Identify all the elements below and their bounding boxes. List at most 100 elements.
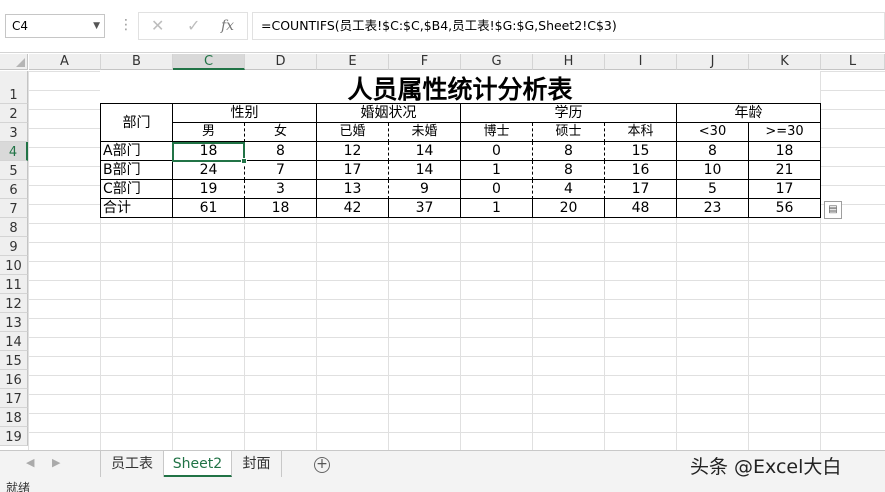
column-header-l[interactable]: L <box>821 54 885 70</box>
row-header-17[interactable]: 17 <box>0 389 28 408</box>
data-cell[interactable]: 5 <box>677 180 749 199</box>
tab-employee[interactable]: 员工表 <box>100 451 164 477</box>
row-header-11[interactable]: 11 <box>0 275 28 294</box>
data-cell[interactable]: 10 <box>677 161 749 180</box>
data-cell[interactable]: 18 <box>749 142 821 161</box>
row-header-3[interactable]: 3 <box>0 123 28 142</box>
total-cell[interactable]: 1 <box>461 199 533 218</box>
chevron-left-icon[interactable]: ◀ <box>26 456 34 469</box>
subheader-bachelor[interactable]: 本科 <box>605 123 677 142</box>
row-header-18[interactable]: 18 <box>0 408 28 427</box>
data-cell[interactable]: 9 <box>389 180 461 199</box>
dept-row-label[interactable]: A部门 <box>101 142 173 161</box>
column-header-i[interactable]: I <box>605 54 677 70</box>
group-header-gender[interactable]: 性别 <box>173 104 317 123</box>
row-header-15[interactable]: 15 <box>0 351 28 370</box>
subheader-unmarried[interactable]: 未婚 <box>389 123 461 142</box>
subheader-male[interactable]: 男 <box>173 123 245 142</box>
total-cell[interactable]: 23 <box>677 199 749 218</box>
data-cell[interactable]: 21 <box>749 161 821 180</box>
row-header-8[interactable]: 8 <box>0 218 28 237</box>
chevron-right-icon[interactable]: ▶ <box>52 456 60 469</box>
select-all-button[interactable] <box>0 54 28 70</box>
data-cell[interactable]: 8 <box>533 142 605 161</box>
column-header-e[interactable]: E <box>317 54 389 70</box>
total-cell[interactable]: 56 <box>749 199 821 218</box>
enter-icon[interactable]: ✓ <box>187 16 200 35</box>
subheader-female[interactable]: 女 <box>245 123 317 142</box>
row-header-19[interactable]: 19 <box>0 427 28 446</box>
subheader-over30[interactable]: >=30 <box>749 123 821 142</box>
data-cell[interactable]: 18 <box>173 142 245 161</box>
row-header-1[interactable]: 1 <box>0 71 28 104</box>
insert-function-icon[interactable]: fx <box>221 18 234 34</box>
subheader-married[interactable]: 已婚 <box>317 123 389 142</box>
row-header-4[interactable]: 4 <box>0 142 28 161</box>
data-cell[interactable]: 17 <box>317 161 389 180</box>
dept-row-label[interactable]: C部门 <box>101 180 173 199</box>
dept-header[interactable]: 部门 <box>101 104 173 142</box>
data-cell[interactable]: 12 <box>317 142 389 161</box>
column-header-k[interactable]: K <box>749 54 821 70</box>
data-cell[interactable]: 7 <box>245 161 317 180</box>
cancel-icon[interactable]: ✕ <box>151 16 164 35</box>
row-header-7[interactable]: 7 <box>0 199 28 218</box>
data-cell[interactable]: 8 <box>677 142 749 161</box>
data-cell[interactable]: 0 <box>461 142 533 161</box>
data-cell[interactable]: 16 <box>605 161 677 180</box>
total-cell[interactable]: 37 <box>389 199 461 218</box>
row-header-9[interactable]: 9 <box>0 237 28 256</box>
row-header-10[interactable]: 10 <box>0 256 28 275</box>
formula-input[interactable]: =COUNTIFS(员工表!$C:$C,$B4,员工表!$G:$G,Sheet2… <box>252 12 885 40</box>
total-cell[interactable]: 48 <box>605 199 677 218</box>
column-header-d[interactable]: D <box>245 54 317 70</box>
data-cell[interactable]: 3 <box>245 180 317 199</box>
add-sheet-icon[interactable]: + <box>314 457 330 473</box>
row-header-16[interactable]: 16 <box>0 370 28 389</box>
row-header-2[interactable]: 2 <box>0 104 28 123</box>
dept-row-label[interactable]: B部门 <box>101 161 173 180</box>
data-cell[interactable]: 4 <box>533 180 605 199</box>
column-header-g[interactable]: G <box>461 54 533 70</box>
row-header-13[interactable]: 13 <box>0 313 28 332</box>
row-header-6[interactable]: 6 <box>0 180 28 199</box>
subheader-phd[interactable]: 博士 <box>461 123 533 142</box>
total-cell[interactable]: 61 <box>173 199 245 218</box>
tab-cover[interactable]: 封面 <box>232 451 282 477</box>
data-cell[interactable]: 8 <box>533 161 605 180</box>
data-cell[interactable]: 17 <box>749 180 821 199</box>
data-cell[interactable]: 15 <box>605 142 677 161</box>
chevron-down-icon[interactable]: ▼ <box>93 15 100 37</box>
data-cell[interactable]: 17 <box>605 180 677 199</box>
row-header-5[interactable]: 5 <box>0 161 28 180</box>
total-cell[interactable]: 20 <box>533 199 605 218</box>
total-row-label[interactable]: 合计 <box>101 199 173 218</box>
group-header-age[interactable]: 年龄 <box>677 104 821 123</box>
data-cell[interactable]: 0 <box>461 180 533 199</box>
group-header-marital[interactable]: 婚姻状况 <box>317 104 461 123</box>
row-header-14[interactable]: 14 <box>0 332 28 351</box>
column-header-a[interactable]: A <box>29 54 101 70</box>
sheet-title[interactable]: 人员属性统计分析表 <box>100 71 820 104</box>
data-cell[interactable]: 19 <box>173 180 245 199</box>
row-header-12[interactable]: 12 <box>0 294 28 313</box>
tab-sheet2[interactable]: Sheet2 <box>164 451 232 477</box>
group-header-education[interactable]: 学历 <box>461 104 677 123</box>
data-cell[interactable]: 14 <box>389 161 461 180</box>
data-cell[interactable]: 14 <box>389 142 461 161</box>
data-cell[interactable]: 13 <box>317 180 389 199</box>
total-cell[interactable]: 18 <box>245 199 317 218</box>
data-cell[interactable]: 24 <box>173 161 245 180</box>
subheader-under30[interactable]: <30 <box>677 123 749 142</box>
column-header-j[interactable]: J <box>677 54 749 70</box>
column-header-c[interactable]: C <box>173 54 245 70</box>
column-header-h[interactable]: H <box>533 54 605 70</box>
data-cell[interactable]: 8 <box>245 142 317 161</box>
subheader-master[interactable]: 硕士 <box>533 123 605 142</box>
column-header-b[interactable]: B <box>101 54 173 70</box>
total-cell[interactable]: 42 <box>317 199 389 218</box>
data-cell[interactable]: 1 <box>461 161 533 180</box>
quick-analysis-icon[interactable]: ▤ <box>824 201 842 219</box>
column-header-f[interactable]: F <box>389 54 461 70</box>
name-box[interactable]: C4 ▼ <box>5 14 105 38</box>
